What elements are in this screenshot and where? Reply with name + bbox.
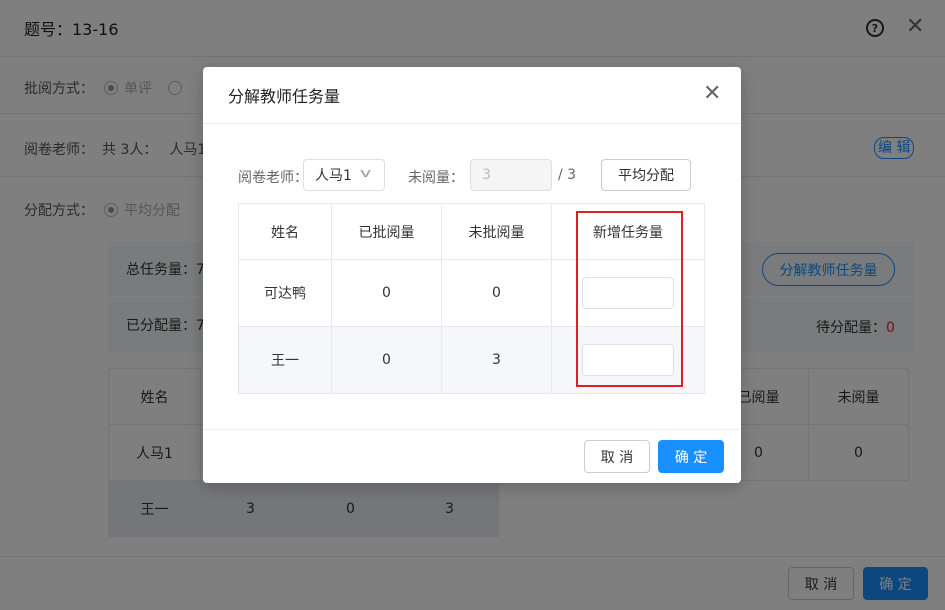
col-name: 姓名 (238, 203, 332, 260)
dialog-cancel-button[interactable]: 取 消 (584, 440, 650, 473)
unread-label: 未阅量： (408, 170, 464, 186)
unread-total: / 3 (558, 167, 577, 183)
col-todo: 未批阅量 (441, 203, 552, 260)
row-name: 可达鸭 (238, 259, 332, 327)
chevron-down-icon: v (359, 166, 372, 180)
dialog-header: 分解教师任务量 (203, 67, 741, 124)
row-name: 王一 (238, 326, 332, 394)
row-todo: 3 (441, 326, 552, 394)
dialog-confirm-button[interactable]: 确 定 (658, 440, 724, 473)
highlight-box (576, 211, 683, 387)
close-icon[interactable]: ✕ (703, 83, 721, 105)
dialog-title: 分解教师任务量 (228, 87, 341, 106)
row-todo: 0 (441, 259, 552, 327)
average-assign-button[interactable]: 平均分配 (601, 159, 691, 191)
unread-value: 3 (482, 167, 491, 183)
split-tasks-dialog: 分解教师任务量 ✕ 阅卷老师： 人马1 v 未阅量： 3 / 3 平均分配 姓名… (203, 67, 741, 483)
teacher-select[interactable]: 人马1 v (303, 159, 385, 191)
row-done: 0 (331, 259, 442, 327)
teacher-label: 阅卷老师： (238, 170, 308, 186)
unread-input: 3 (470, 159, 552, 191)
col-done: 已批阅量 (331, 203, 442, 260)
row-done: 0 (331, 326, 442, 394)
teacher-select-value: 人马1 (315, 168, 352, 184)
filter-bar: 阅卷老师： 人马1 v 未阅量： 3 / 3 平均分配 (203, 159, 741, 193)
